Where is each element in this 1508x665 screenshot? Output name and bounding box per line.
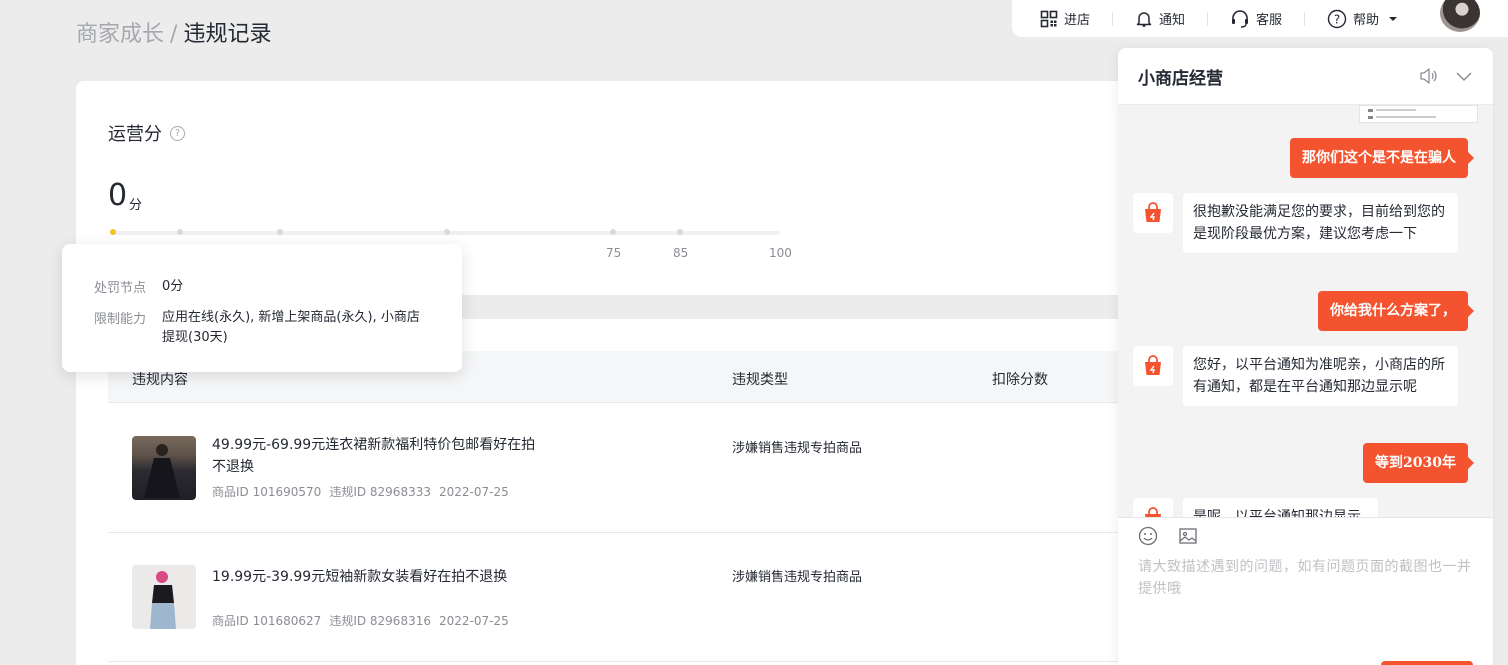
bot-avatar: [1133, 193, 1173, 233]
screenshot-thumbnail[interactable]: [1359, 105, 1478, 123]
penalty-node-value: 0分: [162, 279, 184, 294]
chat-message-outgoing: 你给我什么方案了，: [1318, 291, 1474, 331]
top-toolbar: 进店 通知 客服 ? 帮助: [1012, 0, 1508, 37]
score-unit: 分: [129, 198, 143, 213]
restriction-label: 限制能力: [94, 312, 147, 327]
help-icon[interactable]: ?: [170, 125, 185, 141]
toolbar-divider: [1112, 11, 1114, 26]
bot-avatar: [1133, 498, 1173, 517]
table-row: 19.99元-39.99元短袖新款女装看好在拍不退换 商品ID 10168062…: [108, 533, 1118, 662]
chat-input-area: 请大致描述遇到的问题，如有问题页面的截图也一并提供哦: [1118, 517, 1493, 665]
shopping-bag-icon: [1145, 507, 1161, 517]
customer-service-label: 客服: [1256, 13, 1283, 28]
chevron-down-icon[interactable]: [1455, 67, 1473, 85]
send-button[interactable]: [1381, 661, 1473, 665]
enter-store-label: 进店: [1064, 13, 1091, 28]
penalty-node-label: 处罚节点: [94, 281, 147, 296]
caret-down-icon: [1389, 16, 1398, 21]
score-node-dot: [277, 229, 283, 235]
product-title[interactable]: 19.99元-39.99元短袖新款女装看好在拍不退换: [212, 566, 542, 588]
chat-title: 小商店经营: [1138, 68, 1223, 89]
enter-store-button[interactable]: 进店: [1040, 7, 1090, 31]
score-node-dot: [444, 229, 450, 235]
table-row: 49.99元-69.99元连衣裙新款福利特价包邮看好在拍不退换 商品ID 101…: [108, 404, 1118, 533]
toolbar-divider: [1304, 11, 1306, 26]
chat-message-incoming: 是呢，以平台通知那边显示的为准哦: [1183, 498, 1378, 517]
violation-type: 涉嫌销售违规专拍商品: [732, 441, 863, 456]
page-title: 违规记录: [183, 22, 272, 47]
penalty-node-row: 处罚节点 0分: [94, 277, 432, 297]
chat-panel: 小商店经营 那你们这个是不是在骗人 很抱歉没能满足您的要求，目前给到您的是现阶段…: [1118, 48, 1493, 665]
chat-messages[interactable]: 那你们这个是不是在骗人 很抱歉没能满足您的要求，目前给到您的是现阶段最优方案，建…: [1118, 105, 1493, 517]
product-title[interactable]: 49.99元-69.99元连衣裙新款福利特价包邮看好在拍不退换: [212, 434, 542, 478]
violation-type: 涉嫌销售违规专拍商品: [732, 570, 863, 585]
score-tick-label: 100: [769, 246, 792, 260]
column-header-content: 违规内容: [132, 372, 188, 388]
product-id: 商品ID 101680627: [212, 614, 322, 628]
violation-id: 违规ID 82968316: [329, 614, 431, 628]
score-node-dot: [677, 229, 683, 235]
chat-header: 小商店经营: [1118, 48, 1493, 105]
product-id: 商品ID 101690570: [212, 485, 322, 499]
column-header-deduct: 扣除分数: [992, 372, 1048, 388]
breadcrumb: 商家成长 / 违规记录: [76, 16, 271, 48]
bell-icon: [1136, 11, 1152, 27]
notification-label: 通知: [1159, 13, 1186, 28]
emoji-icon[interactable]: [1138, 526, 1158, 546]
product-thumbnail[interactable]: [132, 565, 196, 629]
violation-date: 2022-07-25: [439, 485, 509, 499]
score-tick-label: 75: [606, 246, 622, 260]
chat-input-toolbar: [1138, 526, 1198, 546]
toolbar-divider: [1207, 11, 1209, 26]
chat-message-input[interactable]: 请大致描述遇到的问题，如有问题页面的截图也一并提供哦: [1138, 556, 1473, 600]
operation-score-label: 运营分: [108, 124, 162, 145]
notification-button[interactable]: 通知: [1135, 7, 1185, 31]
product-meta: 商品ID 101690570 违规ID 82968333 2022-07-25: [212, 483, 517, 500]
restriction-row: 限制能力 应用在线(永久), 新增上架商品(永久), 小商店提现(30天): [94, 308, 432, 348]
question-circle-icon: ?: [1327, 9, 1347, 28]
svg-text:?: ?: [1334, 12, 1340, 26]
chat-message-outgoing: 那你们这个是不是在骗人: [1290, 138, 1474, 178]
customer-service-button[interactable]: 客服: [1230, 7, 1282, 31]
help-dropdown[interactable]: ? 帮助: [1327, 7, 1407, 31]
user-avatar[interactable]: [1440, 0, 1480, 32]
chat-message-incoming: 很抱歉没能满足您的要求，目前给到您的是现阶段最优方案，建议您考虑一下: [1183, 193, 1458, 253]
bot-avatar: [1133, 346, 1173, 386]
breadcrumb-separator: /: [170, 22, 178, 47]
score-current-dot: [110, 229, 116, 235]
score-value: 0: [108, 178, 128, 213]
headset-icon: [1232, 9, 1249, 28]
violation-date: 2022-07-25: [439, 614, 509, 628]
product-meta: 商品ID 101680627 违规ID 82968316 2022-07-25: [212, 612, 517, 629]
image-upload-icon[interactable]: [1178, 526, 1198, 546]
score-node-dot: [610, 229, 616, 235]
score-tick-label: 85: [673, 246, 689, 260]
chat-message-outgoing: 等到2030年: [1363, 443, 1474, 483]
shopping-bag-icon: [1145, 355, 1161, 375]
score-node-dot: [177, 229, 183, 235]
column-header-type: 违规类型: [732, 372, 788, 388]
restriction-value: 应用在线(永久), 新增上架商品(永久), 小商店提现(30天): [162, 310, 420, 345]
qrcode-icon: [1040, 10, 1058, 27]
product-thumbnail[interactable]: [132, 436, 196, 500]
speaker-icon[interactable]: [1419, 67, 1439, 85]
operation-score-title: 运营分 ?: [108, 120, 185, 146]
breadcrumb-parent-link[interactable]: 商家成长: [76, 22, 164, 47]
chat-message-incoming: 您好，以平台通知为准呢亲，小商店的所有通知，都是在平台通知那边显示呢: [1183, 346, 1458, 406]
shopping-bag-icon: [1145, 202, 1161, 222]
violation-id: 违规ID 82968333: [329, 485, 431, 499]
penalty-node-tooltip: 处罚节点 0分 限制能力 应用在线(永久), 新增上架商品(永久), 小商店提现…: [62, 244, 462, 372]
help-label: 帮助: [1353, 13, 1380, 28]
